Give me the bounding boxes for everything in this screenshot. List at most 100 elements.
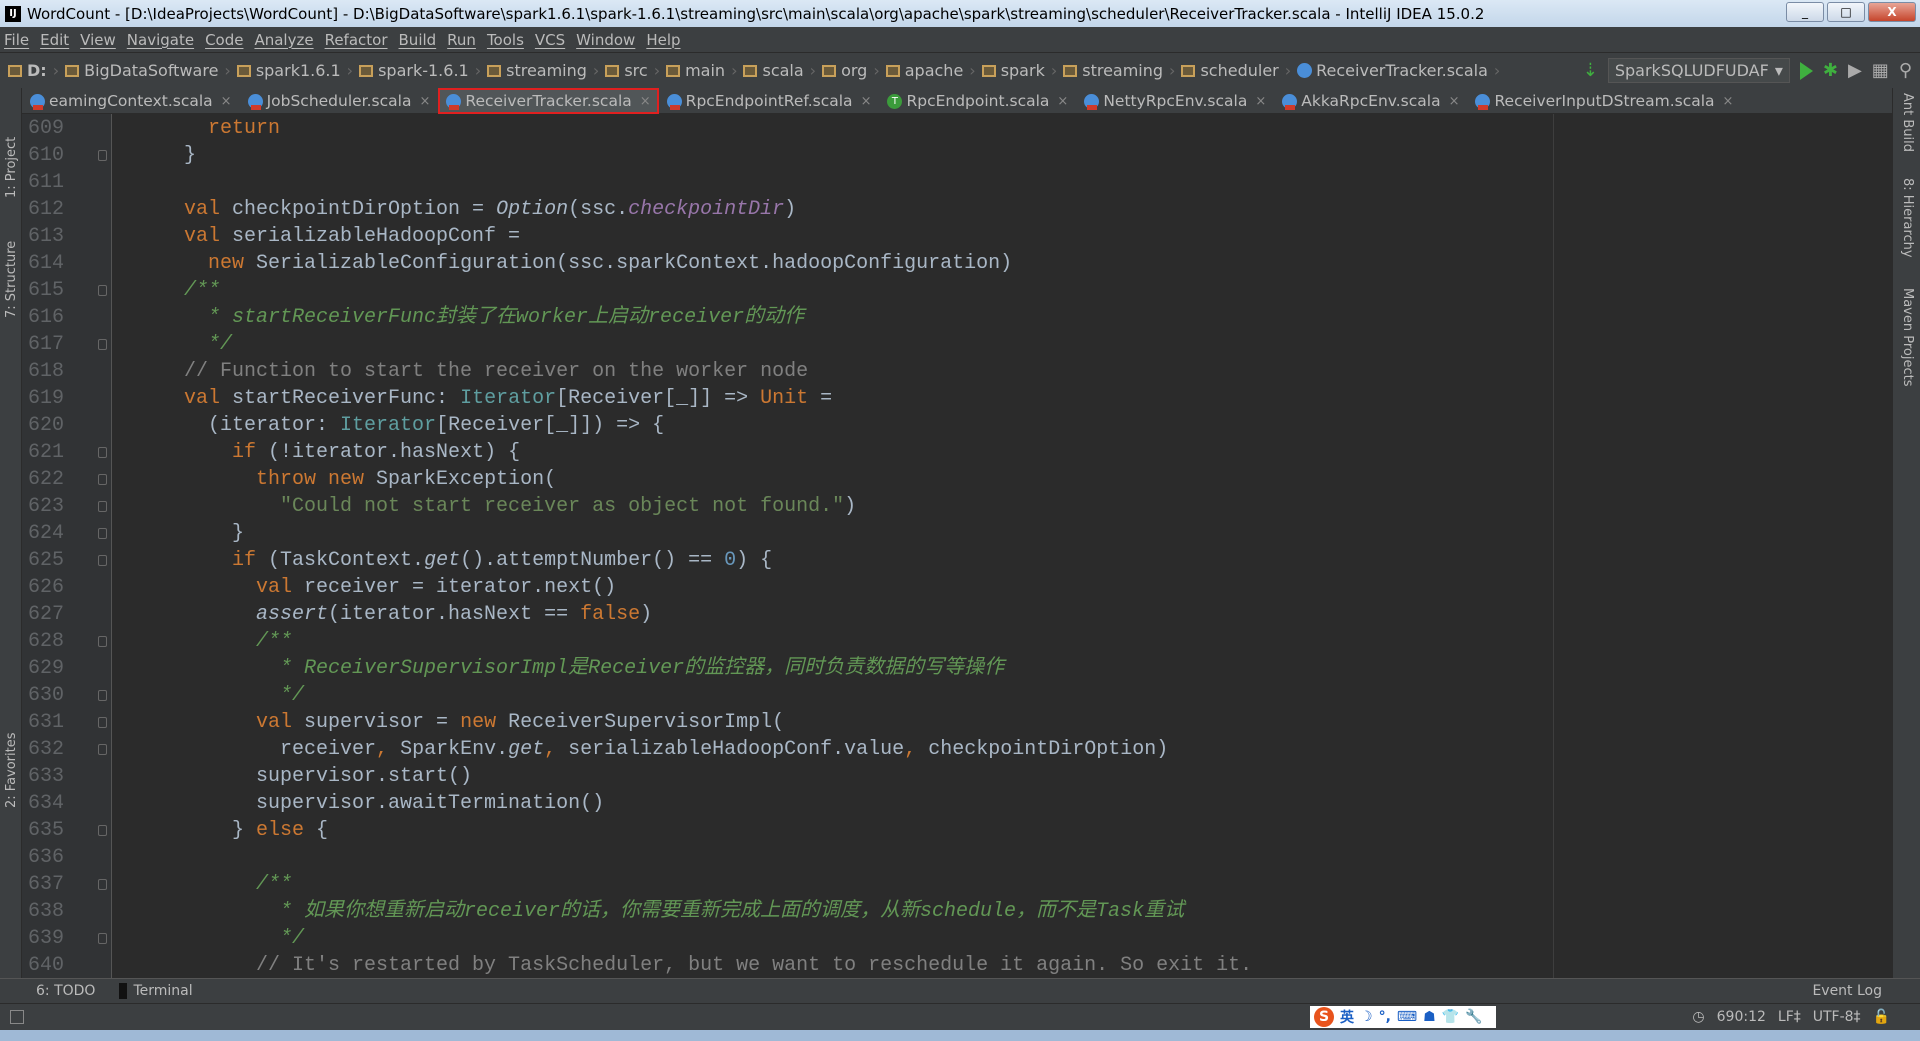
menu-view[interactable]: View: [80, 31, 116, 49]
fold-marker-icon[interactable]: [98, 474, 107, 485]
code-text: val checkpointDirOption = Option(ssc.che…: [136, 196, 796, 223]
fold-marker-icon[interactable]: [98, 690, 107, 701]
tab-receivertracker-scala[interactable]: ReceiverTracker.scala ×: [438, 88, 659, 114]
breadcrumb-item[interactable]: ReceiverTracker.scala ›: [1297, 61, 1500, 80]
close-button[interactable]: X: [1868, 2, 1916, 22]
run-icon[interactable]: [1799, 61, 1813, 80]
close-tab-icon[interactable]: ×: [1449, 94, 1460, 109]
folder-icon: [236, 64, 251, 77]
tool-1-project[interactable]: 1: Project: [4, 137, 19, 198]
breadcrumb-item[interactable]: src ›: [605, 61, 660, 80]
breadcrumb-item[interactable]: scheduler ›: [1181, 61, 1291, 80]
tool-maven-projects[interactable]: Maven Projects: [1900, 288, 1915, 387]
fold-marker-icon[interactable]: [98, 285, 107, 296]
tab-eamingcontext-scala[interactable]: eamingContext.scala ×: [22, 88, 240, 114]
menu-window[interactable]: Window: [576, 31, 635, 49]
tool-2-favorites[interactable]: 2: Favorites: [4, 732, 19, 808]
breadcrumb-item[interactable]: main ›: [666, 61, 737, 80]
breadcrumb-item[interactable]: apache ›: [885, 61, 976, 80]
fold-marker-icon[interactable]: [98, 717, 107, 728]
breadcrumb-item[interactable]: spark-1.6.1 ›: [359, 61, 481, 80]
tab-nettyrpcenv-scala[interactable]: NettyRpcEnv.scala ×: [1076, 88, 1274, 114]
toggle-tool-windows-icon[interactable]: [10, 1010, 24, 1024]
fold-marker-icon[interactable]: [98, 933, 107, 944]
line-separator[interactable]: LF‡: [1778, 1009, 1801, 1025]
close-tab-icon[interactable]: ×: [1255, 94, 1266, 109]
menu-edit[interactable]: Edit: [40, 31, 69, 49]
fold-marker-icon[interactable]: [98, 339, 107, 350]
fold-marker-icon[interactable]: [98, 528, 107, 539]
maximize-button[interactable]: □: [1827, 2, 1865, 22]
close-tab-icon[interactable]: ×: [221, 94, 232, 109]
tool-8-hierarchy[interactable]: 8: Hierarchy: [1900, 178, 1915, 258]
menu-help[interactable]: Help: [646, 31, 680, 49]
coverage-icon[interactable]: ▶: [1848, 60, 1862, 81]
tab-rpcendpoint-scala[interactable]: T RpcEndpoint.scala ×: [879, 88, 1076, 114]
ime-button[interactable]: ⌨: [1397, 1009, 1417, 1025]
breadcrumb-item[interactable]: streaming ›: [487, 61, 599, 80]
tab-rpcendpointref-scala[interactable]: RpcEndpointRef.scala ×: [659, 88, 880, 114]
menu-navigate[interactable]: Navigate: [127, 31, 194, 49]
run-config-select[interactable]: SparkSQLUDFUDAF ▾: [1607, 58, 1790, 83]
tab-receiverinputdstream-scala[interactable]: ReceiverInputDStream.scala ×: [1467, 88, 1741, 114]
fold-marker-icon[interactable]: [98, 825, 107, 836]
breadcrumb-item[interactable]: org ›: [822, 61, 880, 80]
fold-marker-icon[interactable]: [98, 636, 107, 647]
code-text: if (!iterator.hasNext) {: [136, 439, 520, 466]
line-number: 623: [28, 495, 65, 518]
menu-refactor[interactable]: Refactor: [325, 31, 388, 49]
menu-code[interactable]: Code: [205, 31, 243, 49]
ime-button[interactable]: ☗: [1423, 1009, 1436, 1025]
breadcrumb-label: org: [841, 61, 868, 80]
file-encoding[interactable]: UTF-8‡: [1813, 1009, 1861, 1025]
ime-button[interactable]: 英: [1340, 1007, 1354, 1027]
ime-button[interactable]: °,: [1379, 1009, 1391, 1025]
terminal-button[interactable]: Terminal: [119, 983, 193, 999]
fold-marker-icon[interactable]: [98, 501, 107, 512]
close-tab-icon[interactable]: ×: [861, 94, 872, 109]
breadcrumb-item[interactable]: spark1.6.1 ›: [236, 61, 353, 80]
tool-7-structure[interactable]: 7: Structure: [4, 241, 19, 318]
ime-toolbar[interactable]: S 英 ☽ °, ⌨ ☗ 👕 🔧: [1310, 1006, 1496, 1028]
ime-button[interactable]: 🔧: [1465, 1009, 1482, 1025]
menu-analyze[interactable]: Analyze: [254, 31, 313, 49]
fold-marker-icon[interactable]: [98, 555, 107, 566]
menu-file[interactable]: File: [4, 31, 29, 49]
breadcrumb-item[interactable]: D: ›: [8, 61, 59, 80]
ime-button[interactable]: 👕: [1442, 1009, 1459, 1025]
lock-icon[interactable]: 🔓: [1873, 1009, 1890, 1025]
fold-marker-icon[interactable]: [98, 879, 107, 890]
menu-vcs[interactable]: VCS: [535, 31, 565, 49]
debug-icon[interactable]: ✱: [1823, 60, 1838, 81]
fold-marker-icon[interactable]: [98, 150, 107, 161]
sort-icon[interactable]: ⇣: [1583, 60, 1598, 81]
tab-jobscheduler-scala[interactable]: JobScheduler.scala ×: [240, 88, 439, 114]
fold-marker-icon[interactable]: [98, 447, 107, 458]
event-log-button[interactable]: Event Log: [1812, 983, 1882, 999]
menu-run[interactable]: Run: [447, 31, 476, 49]
ime-button[interactable]: ☽: [1360, 1009, 1373, 1025]
breadcrumb-item[interactable]: spark ›: [981, 61, 1057, 80]
code-text: receiver, SparkEnv.get, serializableHado…: [136, 736, 1168, 763]
code-text: * startReceiverFunc封装了在worker上启动receiver…: [136, 304, 804, 331]
tab-akkarpcenv-scala[interactable]: AkkaRpcEnv.scala ×: [1274, 88, 1467, 114]
close-tab-icon[interactable]: ×: [1057, 94, 1068, 109]
minimize-button[interactable]: _: [1786, 2, 1824, 22]
fold-marker-icon[interactable]: [98, 744, 107, 755]
code-token: "Could not start receiver as object not …: [136, 495, 845, 518]
breadcrumb-item[interactable]: streaming ›: [1063, 61, 1175, 80]
tool-ant-build[interactable]: Ant Build: [1900, 93, 1915, 152]
close-tab-icon[interactable]: ×: [640, 94, 651, 109]
close-tab-icon[interactable]: ×: [419, 94, 430, 109]
chevron-right-icon: ›: [224, 61, 231, 80]
caret-position[interactable]: 690:12: [1717, 1009, 1766, 1025]
search-icon[interactable]: ⚲: [1899, 60, 1912, 81]
code-editor[interactable]: 609 return 610 } 611 612 val checkpointDirO…: [22, 114, 1862, 978]
breadcrumb-item[interactable]: scala ›: [743, 61, 816, 80]
project-structure-icon[interactable]: ▦: [1872, 60, 1889, 81]
todo-button[interactable]: 6: TODO: [36, 983, 95, 999]
menu-tools[interactable]: Tools: [487, 31, 524, 49]
menu-build[interactable]: Build: [399, 31, 437, 49]
close-tab-icon[interactable]: ×: [1723, 94, 1734, 109]
breadcrumb-item[interactable]: BigDataSoftware ›: [65, 61, 231, 80]
